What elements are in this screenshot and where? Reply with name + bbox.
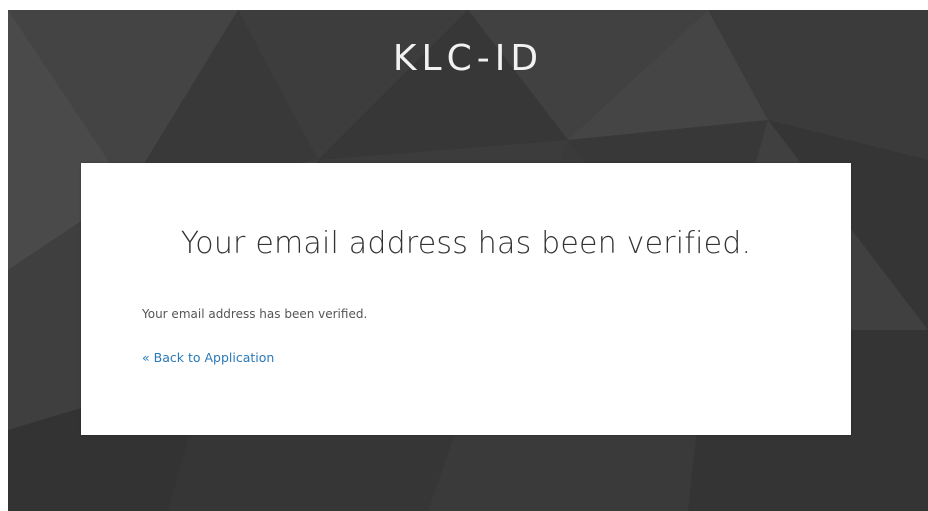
back-to-application-link[interactable]: « Back to Application (142, 350, 274, 365)
status-message: Your email address has been verified. (142, 307, 368, 321)
app-brand-title: KLC-ID (392, 38, 544, 79)
page-title: Your email address has been verified. (180, 226, 752, 261)
verification-card: Your email address has been verified. Yo… (81, 163, 851, 435)
